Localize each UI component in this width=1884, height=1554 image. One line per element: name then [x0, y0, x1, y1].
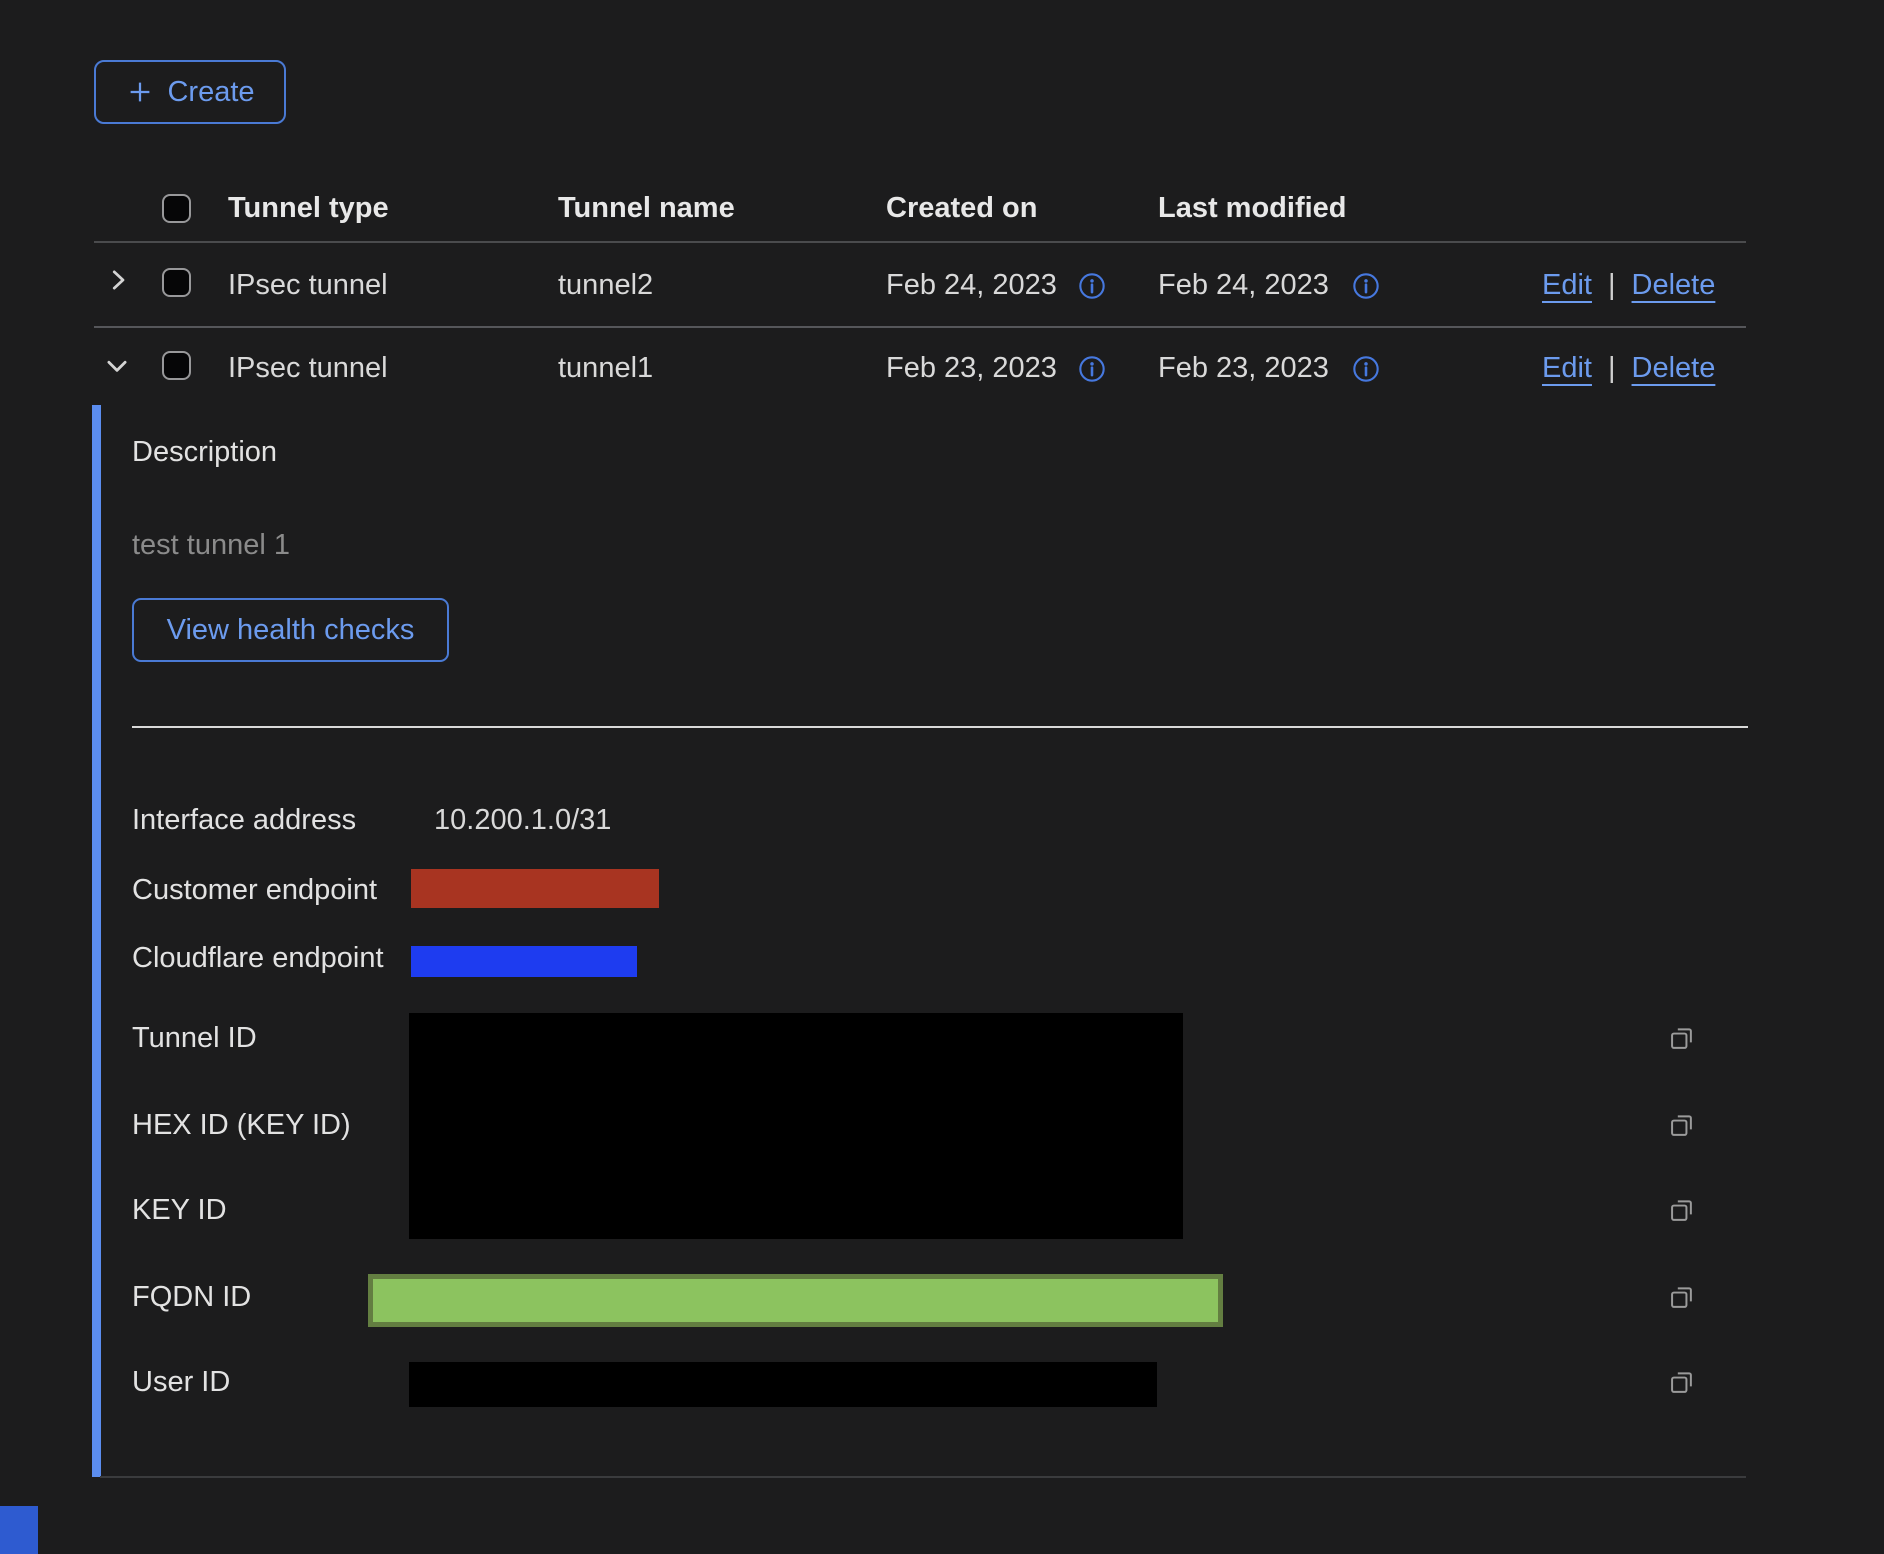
interface-address-value: 10.200.1.0/31: [434, 803, 611, 837]
created-on-cell: Feb 24, 2023: [886, 268, 1057, 302]
tunnel-id-label: Tunnel ID: [132, 1021, 257, 1055]
tunnel-type-cell: IPsec tunnel: [228, 268, 388, 302]
cloudflare-endpoint-label: Cloudflare endpoint: [132, 941, 384, 975]
created-on-info-icon[interactable]: [1078, 272, 1106, 300]
panel-divider: [132, 726, 1748, 728]
table-row: IPsec tunnel tunnel1 Feb 23, 2023 Feb 23…: [0, 327, 1884, 405]
description-value: test tunnel 1: [132, 528, 290, 562]
last-modified-info-icon[interactable]: [1352, 272, 1380, 300]
ids-redacted-value-block: [409, 1013, 1183, 1239]
tunnel-id-copy-icon[interactable]: [1668, 1024, 1696, 1052]
select-all-checkbox[interactable]: [162, 194, 191, 223]
created-on-info-icon[interactable]: [1078, 355, 1106, 383]
bottom-left-redacted-block: [0, 1506, 38, 1554]
table-row: IPsec tunnel tunnel2 Feb 24, 2023 Feb 24…: [0, 242, 1884, 327]
tunnels-page: Create Tunnel type Tunnel name Created o…: [0, 0, 1884, 1554]
hex-id-label: HEX ID (KEY ID): [132, 1108, 351, 1142]
row-actions: Edit | Delete: [1542, 351, 1715, 385]
description-label: Description: [132, 435, 277, 469]
chevron-right-icon: [103, 265, 133, 295]
user-id-copy-icon[interactable]: [1668, 1368, 1696, 1396]
column-header-last-modified: Last modified: [1158, 191, 1347, 225]
row-checkbox[interactable]: [162, 268, 191, 297]
last-modified-cell: Feb 24, 2023: [1158, 268, 1329, 302]
customer-endpoint-redacted-value: [411, 869, 659, 908]
view-health-checks-button[interactable]: View health checks: [132, 598, 449, 662]
chevron-down-icon: [100, 351, 134, 381]
last-modified-info-icon[interactable]: [1352, 355, 1380, 383]
interface-address-label: Interface address: [132, 803, 356, 837]
collapse-row-button[interactable]: [100, 351, 134, 381]
tunnel-name-cell: tunnel2: [558, 268, 653, 302]
customer-endpoint-label: Customer endpoint: [132, 873, 377, 907]
edit-link[interactable]: Edit: [1542, 351, 1592, 385]
row-actions: Edit | Delete: [1542, 268, 1715, 302]
last-modified-cell: Feb 23, 2023: [1158, 351, 1329, 385]
fqdn-id-label: FQDN ID: [132, 1280, 251, 1314]
cloudflare-endpoint-redacted-value: [411, 946, 637, 977]
row-checkbox[interactable]: [162, 351, 191, 380]
user-id-redacted-value: [409, 1362, 1157, 1407]
column-header-created-on: Created on: [886, 191, 1037, 225]
plus-icon: [125, 77, 155, 107]
expanded-row-indicator-bar: [92, 405, 101, 1477]
panel-bottom-border: [100, 1476, 1746, 1478]
actions-separator: |: [1608, 268, 1616, 302]
user-id-label: User ID: [132, 1365, 230, 1399]
column-header-tunnel-type: Tunnel type: [228, 191, 389, 225]
fqdn-id-copy-icon[interactable]: [1668, 1283, 1696, 1311]
actions-separator: |: [1608, 351, 1616, 385]
key-id-copy-icon[interactable]: [1668, 1196, 1696, 1224]
expand-row-button[interactable]: [103, 265, 133, 295]
tunnel-type-cell: IPsec tunnel: [228, 351, 388, 385]
create-button[interactable]: Create: [94, 60, 286, 124]
create-button-label: Create: [167, 76, 254, 109]
delete-link[interactable]: Delete: [1632, 351, 1716, 385]
column-header-tunnel-name: Tunnel name: [558, 191, 735, 225]
fqdn-id-redacted-value: [368, 1274, 1223, 1327]
key-id-label: KEY ID: [132, 1193, 227, 1227]
tunnel-name-cell: tunnel1: [558, 351, 653, 385]
hex-id-copy-icon[interactable]: [1668, 1111, 1696, 1139]
edit-link[interactable]: Edit: [1542, 268, 1592, 302]
created-on-cell: Feb 23, 2023: [886, 351, 1057, 385]
delete-link[interactable]: Delete: [1632, 268, 1716, 302]
